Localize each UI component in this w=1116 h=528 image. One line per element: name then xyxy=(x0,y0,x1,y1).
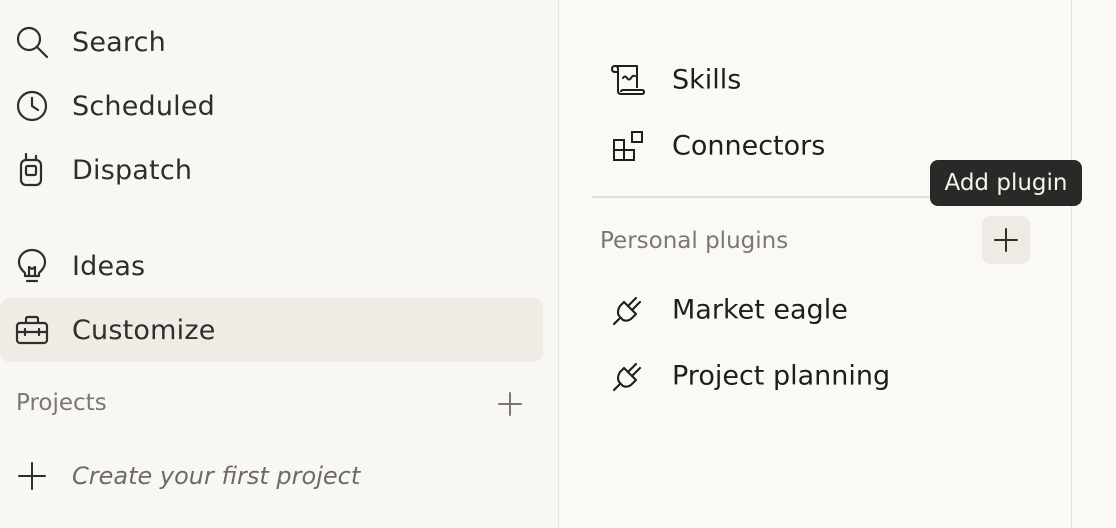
sidebar-item-dispatch[interactable]: Dispatch xyxy=(0,138,543,202)
plus-icon xyxy=(498,392,522,416)
connectors-label: Connectors xyxy=(672,130,826,162)
plug-icon xyxy=(610,292,646,328)
sidebar-item-scheduled[interactable]: Scheduled xyxy=(0,74,543,138)
sidebar-item-search[interactable]: Search xyxy=(0,10,543,74)
sidebar-item-label: Search xyxy=(72,26,166,58)
blocks-icon xyxy=(610,128,646,164)
skills-item[interactable]: Skills xyxy=(600,52,1040,108)
sidebar-item-label: Dispatch xyxy=(72,154,193,186)
skills-label: Skills xyxy=(672,64,742,96)
toolbox-icon xyxy=(14,312,50,348)
plus-icon xyxy=(14,458,50,494)
scroll-icon xyxy=(610,62,646,98)
create-project-link[interactable]: Create your first project xyxy=(0,444,543,508)
search-icon xyxy=(14,24,50,60)
customize-panel: Skills Connectors Personal plugins Marke… xyxy=(560,0,1071,528)
add-project-button[interactable] xyxy=(486,380,534,428)
dispatch-icon xyxy=(14,152,50,188)
plugin-item-market-eagle[interactable]: Market eagle xyxy=(600,282,1040,338)
create-project-label: Create your first project xyxy=(72,462,361,490)
sidebar-item-label: Ideas xyxy=(72,250,146,282)
add-plugin-tooltip: Add plugin xyxy=(930,160,1082,206)
clock-icon xyxy=(14,88,50,124)
sidebar: Search Scheduled Dispatch Ideas Customiz… xyxy=(0,0,559,528)
plus-icon xyxy=(994,228,1018,252)
divider xyxy=(592,196,932,198)
plugin-label: Project planning xyxy=(672,360,891,392)
plugin-item-project-planning[interactable]: Project planning xyxy=(600,348,1040,404)
projects-section-title: Projects xyxy=(16,390,107,416)
sidebar-item-ideas[interactable]: Ideas xyxy=(0,234,543,298)
sidebar-item-customize[interactable]: Customize xyxy=(0,298,543,362)
sidebar-item-label: Scheduled xyxy=(72,90,216,122)
sidebar-item-label: Customize xyxy=(72,314,216,346)
lightbulb-icon xyxy=(14,248,50,284)
plug-icon xyxy=(610,358,646,394)
plugin-label: Market eagle xyxy=(672,294,848,326)
personal-plugins-title: Personal plugins xyxy=(600,228,789,254)
right-panel-edge xyxy=(1071,0,1116,528)
add-plugin-button[interactable] xyxy=(982,216,1030,264)
